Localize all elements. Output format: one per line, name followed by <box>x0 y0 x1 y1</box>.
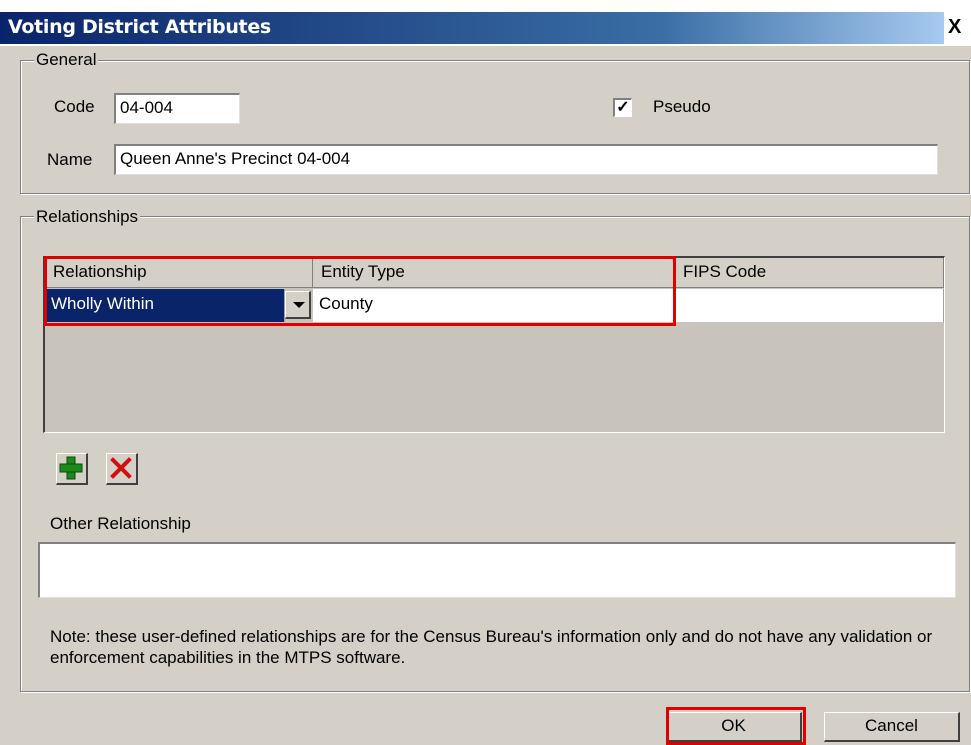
add-relationship-button[interactable] <box>56 453 88 485</box>
name-field[interactable]: Queen Anne's Precinct 04-004 <box>114 144 938 175</box>
relationship-dropdown-button[interactable] <box>285 291 311 319</box>
code-field[interactable]: 04-004 <box>114 93 240 124</box>
x-icon <box>110 457 132 479</box>
other-relationship-label: Other Relationship <box>50 514 191 533</box>
code-label: Code <box>54 97 95 116</box>
relationship-value: Wholly Within <box>51 294 154 313</box>
other-relationship-field[interactable] <box>38 542 956 598</box>
relationship-cell[interactable]: Wholly Within <box>45 289 285 322</box>
fips-code-cell[interactable] <box>675 289 944 322</box>
general-legend: General <box>34 50 99 70</box>
pseudo-checkbox[interactable]: ✓ <box>613 98 632 117</box>
cancel-button[interactable]: Cancel <box>824 712 960 742</box>
column-header-relationship[interactable]: Relationship <box>45 258 313 288</box>
relationships-grid: Relationship Entity Type FIPS Code Wholl… <box>43 256 945 433</box>
ok-button[interactable]: OK <box>666 712 802 742</box>
check-icon: ✓ <box>616 99 630 116</box>
title-bar: Voting District Attributes X <box>0 0 971 46</box>
info-note: Note: these user-defined relationships a… <box>50 627 933 667</box>
name-label: Name <box>47 150 93 169</box>
pseudo-label: Pseudo <box>653 97 711 116</box>
entity-type-cell[interactable]: County <box>313 289 675 322</box>
column-header-fips-code[interactable]: FIPS Code <box>675 258 944 288</box>
plus-icon <box>59 456 83 480</box>
close-icon[interactable]: X <box>946 14 971 40</box>
window-title: Voting District Attributes <box>8 16 271 38</box>
column-header-entity-type[interactable]: Entity Type <box>313 258 675 288</box>
relationships-legend: Relationships <box>34 207 141 227</box>
delete-relationship-button[interactable] <box>106 453 138 485</box>
